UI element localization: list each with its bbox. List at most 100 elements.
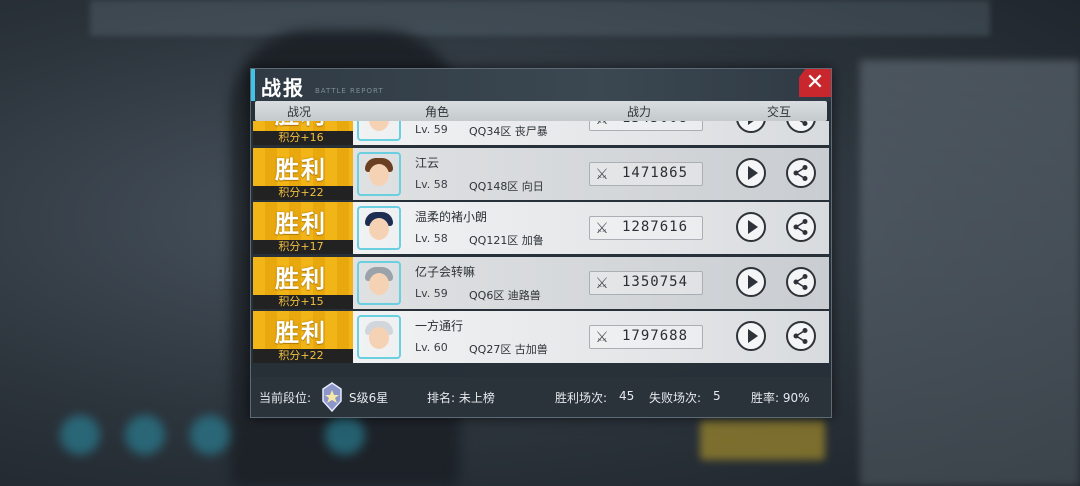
stats-footer: 当前段位: S级6星 排名: 未上榜 胜利场次: 45 失败场次: 5 胜率: …	[251, 377, 831, 417]
result-badge: 胜利 积分+17	[253, 202, 353, 254]
score-text: 积分+17	[278, 240, 324, 253]
player-level: Lv. 58	[415, 232, 448, 245]
power-box: ⚔ 1797688	[589, 325, 703, 349]
score-text: 积分+15	[278, 295, 324, 308]
player-level: Lv. 60	[415, 341, 448, 354]
background-right-panel	[860, 60, 1080, 486]
avatar-face	[369, 121, 389, 131]
rank-value: S级6星	[349, 391, 389, 405]
column-status: 战况	[287, 105, 312, 119]
background-button	[700, 420, 825, 460]
share-icon	[799, 121, 808, 126]
result-text: 胜利	[275, 265, 327, 293]
crossed-swords-icon: ⚔	[595, 165, 609, 183]
power-value: 1345008	[622, 121, 688, 126]
replay-button[interactable]	[736, 212, 766, 242]
score-bar: 积分+15	[253, 295, 353, 309]
battle-list[interactable]: 胜利 积分+16 Lv. 59 QQ34区 丧尸暴 ⚔ 1345008 胜利 积分…	[251, 121, 831, 377]
ranking: 排名: 未上榜	[427, 391, 495, 405]
avatar[interactable]	[357, 152, 401, 196]
player-name: 江云	[415, 156, 440, 170]
column-header: 战况 角色 战力 交互	[255, 101, 827, 121]
crossed-swords-icon: ⚔	[595, 219, 609, 237]
share-button[interactable]	[786, 267, 816, 297]
crossed-swords-icon: ⚔	[595, 274, 609, 292]
score-bar: 积分+17	[253, 240, 353, 254]
background-circle	[60, 415, 100, 455]
player-server: QQ148区 向日	[469, 180, 544, 193]
power-value: 1287616	[622, 219, 689, 235]
power-box: ⚔ 1350754	[589, 271, 703, 295]
column-power: 战力	[627, 105, 652, 119]
rank-label: 当前段位:	[259, 391, 312, 405]
background-circle	[325, 415, 365, 455]
battle-row: 胜利 积分+22 江云 Lv. 58 QQ148区 向日 ⚔ 1471865	[251, 148, 829, 200]
share-icon	[793, 328, 808, 344]
replay-button[interactable]	[736, 321, 766, 351]
power-value: 1350754	[622, 274, 689, 290]
close-button[interactable]: ✕	[799, 69, 831, 97]
header-accent	[251, 69, 255, 101]
result-badge: 胜利 积分+22	[253, 148, 353, 200]
score-bar: 积分+16	[253, 131, 353, 145]
background-top-bar	[90, 0, 990, 36]
power-box: ⚔ 1345008	[589, 121, 703, 131]
avatar[interactable]	[357, 315, 401, 359]
result-text: 胜利	[275, 319, 327, 347]
player-server: QQ6区 迪路兽	[469, 289, 541, 302]
result-text: 胜利	[275, 210, 327, 238]
power-box: ⚔ 1471865	[589, 162, 703, 186]
wins-label: 胜利场次:	[555, 391, 608, 405]
panel-header: 战报 BATTLE REPORT ✕	[251, 69, 831, 101]
panel-title: 战报	[261, 76, 305, 100]
battle-row: 胜利 积分+16 Lv. 59 QQ34区 丧尸暴 ⚔ 1345008	[251, 121, 829, 145]
avatar-face	[369, 164, 389, 186]
share-button[interactable]	[786, 212, 816, 242]
share-button[interactable]	[786, 321, 816, 351]
share-icon	[793, 274, 808, 290]
battle-row: 胜利 积分+22 一方通行 Lv. 60 QQ27区 古加兽 ⚔ 1797688	[251, 311, 829, 363]
player-server: QQ121区 加鲁	[469, 234, 544, 247]
replay-button[interactable]	[736, 158, 766, 188]
background-circle	[125, 415, 165, 455]
avatar[interactable]	[357, 206, 401, 250]
replay-button[interactable]	[736, 267, 766, 297]
background-circle	[190, 415, 230, 455]
crossed-swords-icon: ⚔	[594, 121, 610, 128]
avatar[interactable]	[357, 261, 401, 305]
result-badge: 胜利 积分+22	[253, 311, 353, 363]
column-interact: 交互	[767, 105, 792, 119]
player-name: 一方通行	[415, 319, 464, 333]
battle-report-panel: 战报 BATTLE REPORT ✕ 战况 角色 战力 交互 胜利 积分+16 …	[250, 68, 832, 418]
wins-value: 45	[619, 389, 635, 403]
power-value: 1471865	[622, 165, 689, 181]
score-text: 积分+22	[278, 186, 324, 199]
avatar-face	[369, 327, 389, 349]
result-badge: 胜利 积分+16	[253, 121, 353, 145]
power-value: 1797688	[622, 328, 689, 344]
rank-badge-icon	[322, 382, 342, 413]
avatar[interactable]	[357, 121, 401, 141]
player-server: QQ34区 丧尸暴	[469, 125, 548, 138]
share-button[interactable]	[786, 158, 816, 188]
player-level: Lv. 58	[415, 178, 448, 191]
result-badge: 胜利 积分+15	[253, 257, 353, 309]
player-level: Lv. 59	[415, 123, 448, 136]
player-server: QQ27区 古加兽	[469, 343, 548, 356]
panel-subtitle: BATTLE REPORT	[315, 87, 384, 95]
losses-label: 失败场次:	[649, 391, 702, 405]
winrate: 胜率: 90%	[751, 391, 810, 405]
share-icon	[793, 165, 808, 181]
player-name: 亿子会转嘛	[415, 265, 476, 279]
losses-value: 5	[713, 389, 721, 403]
column-character: 角色	[425, 105, 450, 119]
score-bar: 积分+22	[253, 349, 353, 363]
score-text: 积分+16	[278, 131, 324, 144]
player-name: 温柔的褚小朗	[415, 210, 488, 224]
battle-row: 胜利 积分+17 温柔的褚小朗 Lv. 58 QQ121区 加鲁 ⚔ 128761…	[251, 202, 829, 254]
result-text: 胜利	[275, 156, 327, 184]
result-text: 胜利	[253, 121, 349, 130]
score-text: 积分+22	[278, 349, 324, 362]
avatar-face	[369, 273, 389, 295]
power-box: ⚔ 1287616	[589, 216, 703, 240]
